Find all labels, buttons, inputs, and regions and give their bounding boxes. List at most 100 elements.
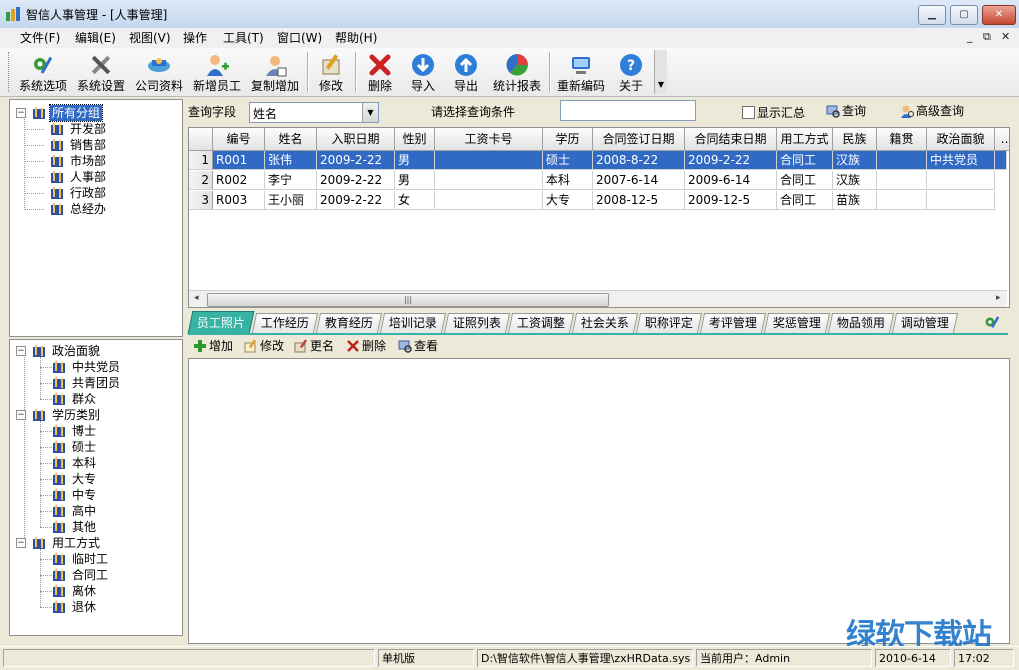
query-condition-input[interactable] xyxy=(560,100,696,121)
tab-item[interactable]: 考评管理 xyxy=(699,313,767,333)
table-cell[interactable]: 合同工 xyxy=(777,171,833,190)
tree-node-category[interactable]: 临时工 xyxy=(32,551,172,567)
table-cell[interactable]: R003 xyxy=(213,191,265,210)
tree-node-root[interactable]: − 所有分组 xyxy=(16,104,176,122)
horizontal-scrollbar[interactable]: ◂ ||| ▸ xyxy=(189,290,1007,307)
edit-button[interactable]: 修改 xyxy=(312,50,350,94)
photo-delete-button[interactable]: 删除 xyxy=(346,338,386,354)
tree-node-category[interactable]: 合同工 xyxy=(32,567,172,583)
table-cell[interactable]: 2009-2-22 xyxy=(685,151,777,170)
table-cell[interactable]: 张伟 xyxy=(265,151,317,170)
table-cell[interactable]: 2009-6-14 xyxy=(685,171,777,190)
import-button[interactable]: 导入 xyxy=(404,50,442,94)
table-cell[interactable]: 中共党员 xyxy=(927,151,995,170)
tree-node-department[interactable]: 开发部 xyxy=(32,121,172,137)
table-cell[interactable] xyxy=(435,171,543,190)
export-button[interactable]: 导出 xyxy=(447,50,485,94)
column-header[interactable]: 民族 xyxy=(833,128,877,151)
photo-edit-button[interactable]: 修改 xyxy=(244,338,284,354)
column-header[interactable]: 编号 xyxy=(213,128,265,151)
table-cell[interactable]: 苗族 xyxy=(833,191,877,210)
system-options-button[interactable]: 系统选项 xyxy=(16,50,70,94)
tree-node-category[interactable]: 硕士 xyxy=(32,439,172,455)
tab-item[interactable]: 社会关系 xyxy=(571,313,639,333)
table-cell[interactable]: 男 xyxy=(395,171,435,190)
tab-item[interactable]: 培训记录 xyxy=(379,313,447,333)
table-cell[interactable]: 女 xyxy=(395,191,435,210)
table-cell[interactable]: 2009-12-5 xyxy=(685,191,777,210)
table-cell[interactable]: 王小丽 xyxy=(265,191,317,210)
scroll-right-icon[interactable]: ▸ xyxy=(996,293,1001,303)
tree-node-category[interactable]: 高中 xyxy=(32,503,172,519)
tab-item[interactable]: 调动管理 xyxy=(891,313,959,333)
table-cell[interactable] xyxy=(927,191,995,210)
table-cell[interactable]: 2009-2-22 xyxy=(317,151,395,170)
chevron-down-icon[interactable]: ▼ xyxy=(362,103,378,122)
table-cell[interactable]: 汉族 xyxy=(833,171,877,190)
tab-item[interactable]: 职称评定 xyxy=(635,313,703,333)
table-cell[interactable]: 合同工 xyxy=(777,191,833,210)
menu-file[interactable]: 文件(F) xyxy=(20,30,60,46)
column-header[interactable]: ... xyxy=(995,128,1009,151)
add-employee-button[interactable]: 新增员工 xyxy=(190,50,244,94)
table-row[interactable]: 3 R003 王小丽 2009-2-22 女 大专 2008-12-5 2009-12-5 合同… xyxy=(189,191,1007,211)
table-cell[interactable]: 男 xyxy=(395,151,435,170)
menu-view[interactable]: 视图(V) xyxy=(129,30,171,46)
table-cell[interactable]: 大专 xyxy=(543,191,593,210)
about-button[interactable]: ? 关于 xyxy=(612,50,650,94)
system-settings-button[interactable]: 系统设置 xyxy=(74,50,128,94)
collapse-icon[interactable]: − xyxy=(16,538,26,548)
photo-add-button[interactable]: 增加 xyxy=(193,338,233,354)
recode-button[interactable]: 重新编码 xyxy=(554,50,608,94)
tree-node-department[interactable]: 市场部 xyxy=(32,153,172,169)
table-cell[interactable] xyxy=(877,191,927,210)
table-cell[interactable]: 2007-6-14 xyxy=(593,171,685,190)
tab-item[interactable]: 证照列表 xyxy=(443,313,511,333)
tree-node-category[interactable]: 大专 xyxy=(32,471,172,487)
minimize-button[interactable]: ▁ xyxy=(918,5,946,25)
column-header[interactable]: 工资卡号 xyxy=(435,128,543,151)
table-cell[interactable] xyxy=(927,171,995,190)
scroll-thumb[interactable]: ||| xyxy=(207,293,609,307)
tree-node-category[interactable]: 中专 xyxy=(32,487,172,503)
tab-item[interactable]: 工资调整 xyxy=(507,313,575,333)
menu-help[interactable]: 帮助(H) xyxy=(335,30,377,46)
menu-operate[interactable]: 操作 xyxy=(183,30,207,46)
close-button[interactable]: ✕ xyxy=(982,5,1016,25)
toolbar-grip[interactable] xyxy=(8,52,12,92)
collapse-icon[interactable]: − xyxy=(16,108,26,118)
column-header[interactable]: 入职日期 xyxy=(317,128,395,151)
column-header[interactable]: 用工方式 xyxy=(777,128,833,151)
tree-node-department[interactable]: 行政部 xyxy=(32,185,172,201)
collapse-icon[interactable]: − xyxy=(16,346,26,356)
column-header[interactable]: 合同签订日期 xyxy=(593,128,685,151)
table-cell[interactable]: 汉族 xyxy=(833,151,877,170)
tree-node-category[interactable]: 共青团员 xyxy=(32,375,172,391)
tree-node-department[interactable]: 销售部 xyxy=(32,137,172,153)
tree-node-department[interactable]: 人事部 xyxy=(32,169,172,185)
photo-rename-button[interactable]: 更名 xyxy=(294,338,334,354)
query-field-select[interactable]: 姓名 ▼ xyxy=(249,102,379,123)
table-cell[interactable]: R002 xyxy=(213,171,265,190)
column-header[interactable]: 合同结束日期 xyxy=(685,128,777,151)
advanced-query-button[interactable]: 高级查询 xyxy=(900,102,964,120)
menu-tools[interactable]: 工具(T) xyxy=(223,30,264,46)
table-cell[interactable] xyxy=(435,151,543,170)
tree-node-department[interactable]: 总经办 xyxy=(32,201,172,217)
column-header[interactable]: 籍贯 xyxy=(877,128,927,151)
table-cell[interactable]: 2009-2-22 xyxy=(317,191,395,210)
menu-edit[interactable]: 编辑(E) xyxy=(75,30,116,46)
tab-item[interactable]: 工作经历 xyxy=(251,313,319,333)
tree-node-category[interactable]: 本科 xyxy=(32,455,172,471)
table-cell[interactable]: 2008-12-5 xyxy=(593,191,685,210)
company-info-button[interactable]: 公司资料 xyxy=(132,50,186,94)
toolbar-overflow-button[interactable]: ▼ xyxy=(654,50,667,94)
tree-node-category[interactable]: 群众 xyxy=(32,391,172,407)
table-cell[interactable]: R001 xyxy=(213,151,265,170)
scroll-left-icon[interactable]: ◂ xyxy=(194,293,199,303)
table-row[interactable]: 1 R001 张伟 2009-2-22 男硕士 2008-8-22 2009-2-22 合同工… xyxy=(189,151,1007,171)
tab-item[interactable]: 员工照片 xyxy=(187,311,255,334)
table-cell[interactable]: 李宁 xyxy=(265,171,317,190)
tree-node-category[interactable]: 离休 xyxy=(32,583,172,599)
mdi-close-icon[interactable]: ✕ xyxy=(1001,30,1010,43)
